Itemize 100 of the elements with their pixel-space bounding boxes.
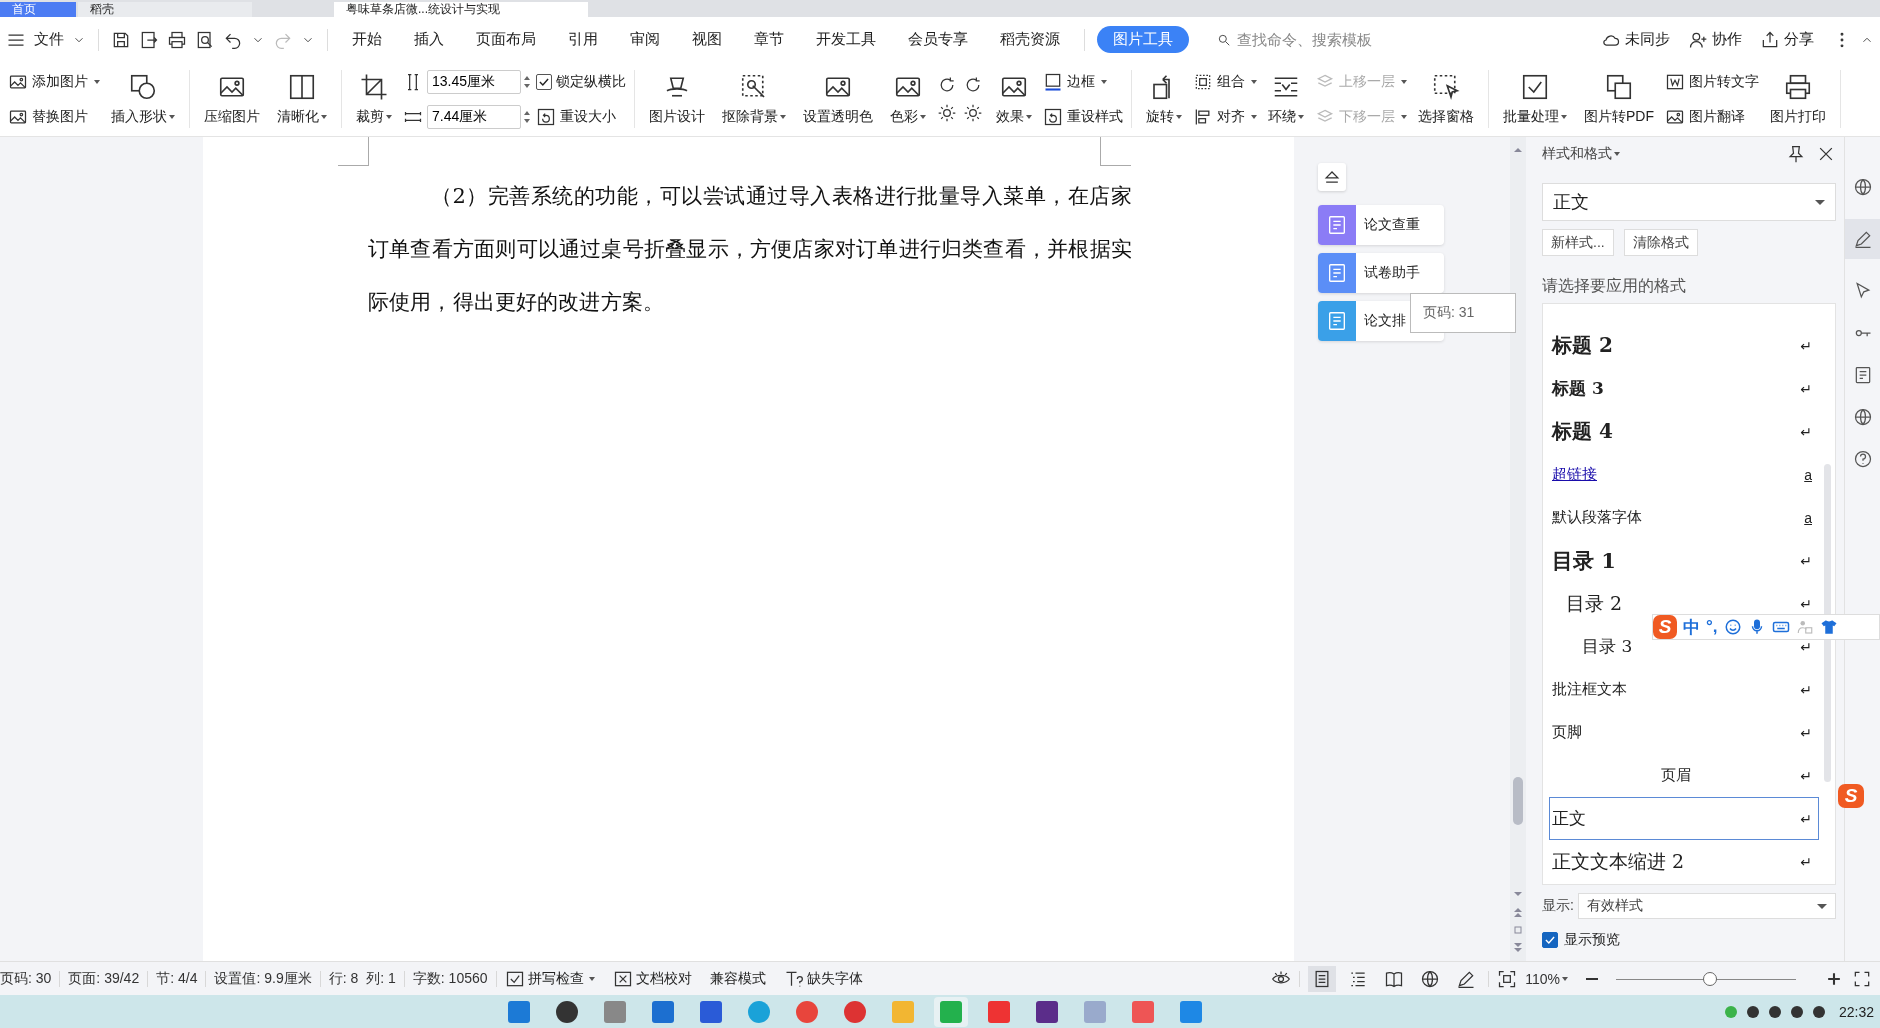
caret-icon — [588, 976, 595, 981]
menu-tab[interactable]: 视图 — [680, 30, 734, 49]
toolbar-button[interactable]: 协作 — [1688, 29, 1742, 50]
export-icon[interactable] — [139, 29, 159, 50]
style-item[interactable]: 页眉 ↵ — [1549, 754, 1819, 797]
ribbon-button[interactable]: 图片翻译 — [1665, 102, 1759, 131]
style-dropdown[interactable]: 正文 — [1542, 183, 1836, 221]
ribbon-button[interactable]: 对齐 — [1193, 102, 1257, 131]
page-view-icon[interactable] — [1308, 965, 1337, 992]
checkbox[interactable] — [1542, 932, 1558, 948]
style-item[interactable]: 标题 3 ↵ — [1549, 367, 1819, 410]
search-input[interactable]: 查找命令、搜索模板 — [1235, 30, 1439, 49]
ribbon-button[interactable]: 插入形状 — [105, 64, 181, 134]
tool-card[interactable]: 试卷助手 — [1318, 253, 1444, 293]
zoom-slider[interactable] — [1616, 971, 1796, 986]
pen-icon[interactable] — [1844, 219, 1880, 259]
checkbox-label: 显示预览 — [1564, 931, 1620, 949]
ribbon-button[interactable]: 重设样式 — [1043, 102, 1123, 131]
window-tab[interactable]: 粤味草条店微...统设计与实现 — [334, 2, 588, 17]
window-tab[interactable]: 首页 — [0, 2, 76, 17]
status-button[interactable]: 缺失字体 — [783, 968, 863, 989]
status-button[interactable]: 拼写检查 — [504, 968, 595, 989]
emoji-icon[interactable] — [1723, 618, 1742, 636]
style-item[interactable]: 超链接 a — [1549, 453, 1819, 496]
brightness-icon[interactable] — [937, 103, 957, 123]
window-tab[interactable]: 稻壳 — [78, 2, 252, 17]
next-page-icon[interactable] — [1512, 942, 1524, 954]
ribbon-button[interactable]: 替换图片 — [8, 102, 100, 131]
checkbox[interactable] — [536, 73, 552, 90]
size-field[interactable]: 13.45厘米 — [427, 69, 521, 94]
collapse-button[interactable] — [1318, 163, 1346, 191]
input-mode[interactable]: 中 — [1683, 615, 1700, 639]
menu-tab[interactable]: 页面布局 — [464, 30, 548, 49]
filter-dropdown[interactable]: 有效样式 — [1577, 893, 1836, 919]
style-item[interactable]: 正文 ↵ — [1549, 797, 1819, 840]
menu-tab[interactable]: 开始 — [340, 30, 394, 49]
style-item[interactable]: 页脚 ↵ — [1549, 711, 1819, 754]
preview-icon[interactable] — [195, 29, 215, 50]
brightness-icon[interactable] — [963, 103, 983, 123]
panel-button[interactable]: 清除格式 — [1623, 229, 1698, 256]
ribbon-button[interactable]: 批量处理 — [1497, 64, 1573, 134]
scrollbar-thumb[interactable] — [1513, 777, 1523, 825]
status-button[interactable]: 文档校对 — [612, 968, 692, 989]
status-text: 设置值: 9.9厘米 — [214, 969, 312, 988]
ribbon-button[interactable]: 选择窗格 — [1412, 64, 1480, 134]
ribbon-button[interactable]: 效果 — [990, 64, 1038, 134]
style-item[interactable]: 批注框文本 ↵ — [1549, 668, 1819, 711]
file-menu[interactable]: 文件 — [34, 30, 64, 49]
scrollbar[interactable] — [1510, 137, 1526, 961]
ribbon-button[interactable]: 边框 — [1043, 67, 1123, 96]
panel-button[interactable]: 新样式... — [1542, 229, 1614, 256]
printer-icon — [1783, 72, 1813, 102]
menu-tab[interactable]: 开发工具 — [804, 30, 888, 49]
fit-page-icon[interactable] — [1497, 968, 1518, 989]
ribbon-button[interactable]: 图片打印 — [1764, 64, 1832, 134]
menu-tab[interactable]: 插入 — [402, 30, 456, 49]
style-item[interactable]: 标题 2 ↵ — [1549, 324, 1819, 367]
zoom-out-icon[interactable] — [1586, 977, 1598, 980]
ribbon-button[interactable]: 色彩 — [884, 64, 932, 134]
previous-page-icon[interactable] — [1512, 906, 1524, 918]
help-icon[interactable] — [1852, 449, 1873, 469]
ribbon-button[interactable]: 设置透明色 — [797, 64, 879, 134]
toolbar-button[interactable]: 未同步 — [1601, 29, 1670, 50]
ribbon-button[interactable]: 图片设计 — [643, 64, 711, 134]
panel-title[interactable]: 样式和格式 — [1542, 145, 1620, 163]
ribbon-button[interactable]: 锁定纵横比 — [536, 67, 626, 96]
tool-card[interactable]: 论文查重 — [1318, 205, 1444, 245]
zoom-dropdown[interactable]: 110% — [1525, 970, 1568, 987]
shirt-icon[interactable] — [1819, 618, 1838, 636]
ribbon-button[interactable]: 图片转文字 — [1665, 67, 1759, 96]
ribbon-button[interactable]: 重设大小 — [536, 102, 626, 131]
status-button[interactable]: 兼容模式 — [709, 969, 766, 988]
ribbon-button[interactable]: 压缩图片 — [198, 64, 266, 134]
globe-icon[interactable] — [1852, 177, 1873, 197]
style-item[interactable]: 默认段落字体 a — [1549, 496, 1819, 539]
ribbon-button[interactable]: 清晰化 — [271, 64, 333, 134]
tray-icons[interactable] — [1724, 1005, 1825, 1018]
menu-tab[interactable]: 章节 — [742, 30, 796, 49]
ribbon-button[interactable]: 组合 — [1193, 67, 1257, 96]
printer-icon[interactable] — [167, 29, 187, 50]
menu-tab[interactable]: 稻壳资源 — [988, 30, 1072, 49]
style-item[interactable]: 目录 1 ↵ — [1549, 539, 1819, 582]
style-item[interactable]: 正文文本缩进 2 ↵ — [1549, 840, 1819, 883]
menu-tab[interactable]: 引用 — [556, 30, 610, 49]
scrollbar-thumb[interactable] — [1824, 464, 1831, 782]
style-item[interactable]: 标题 4 ↵ — [1549, 410, 1819, 453]
ribbon-button[interactable]: 图片转PDF — [1578, 64, 1660, 134]
globe-icon[interactable] — [1852, 407, 1873, 427]
menu-tab[interactable]: 图片工具 — [1097, 26, 1189, 53]
ribbon-button[interactable]: 环绕 — [1262, 64, 1310, 134]
ribbon-button[interactable]: 旋转 — [1140, 64, 1188, 134]
pin-icon[interactable] — [1786, 144, 1806, 164]
menu-tab[interactable]: 会员专享 — [896, 30, 980, 49]
size-field[interactable]: 7.44厘米 — [427, 104, 521, 129]
punctuation-mode[interactable]: °, — [1706, 617, 1718, 637]
menu-tab[interactable]: 审阅 — [618, 30, 672, 49]
ribbon-button[interactable]: 裁剪 — [350, 64, 398, 134]
toolbar-button[interactable]: 分享 — [1760, 29, 1814, 50]
ribbon-button[interactable]: 抠除背景 — [716, 64, 792, 134]
ribbon-button[interactable]: 添加图片 — [8, 67, 100, 96]
